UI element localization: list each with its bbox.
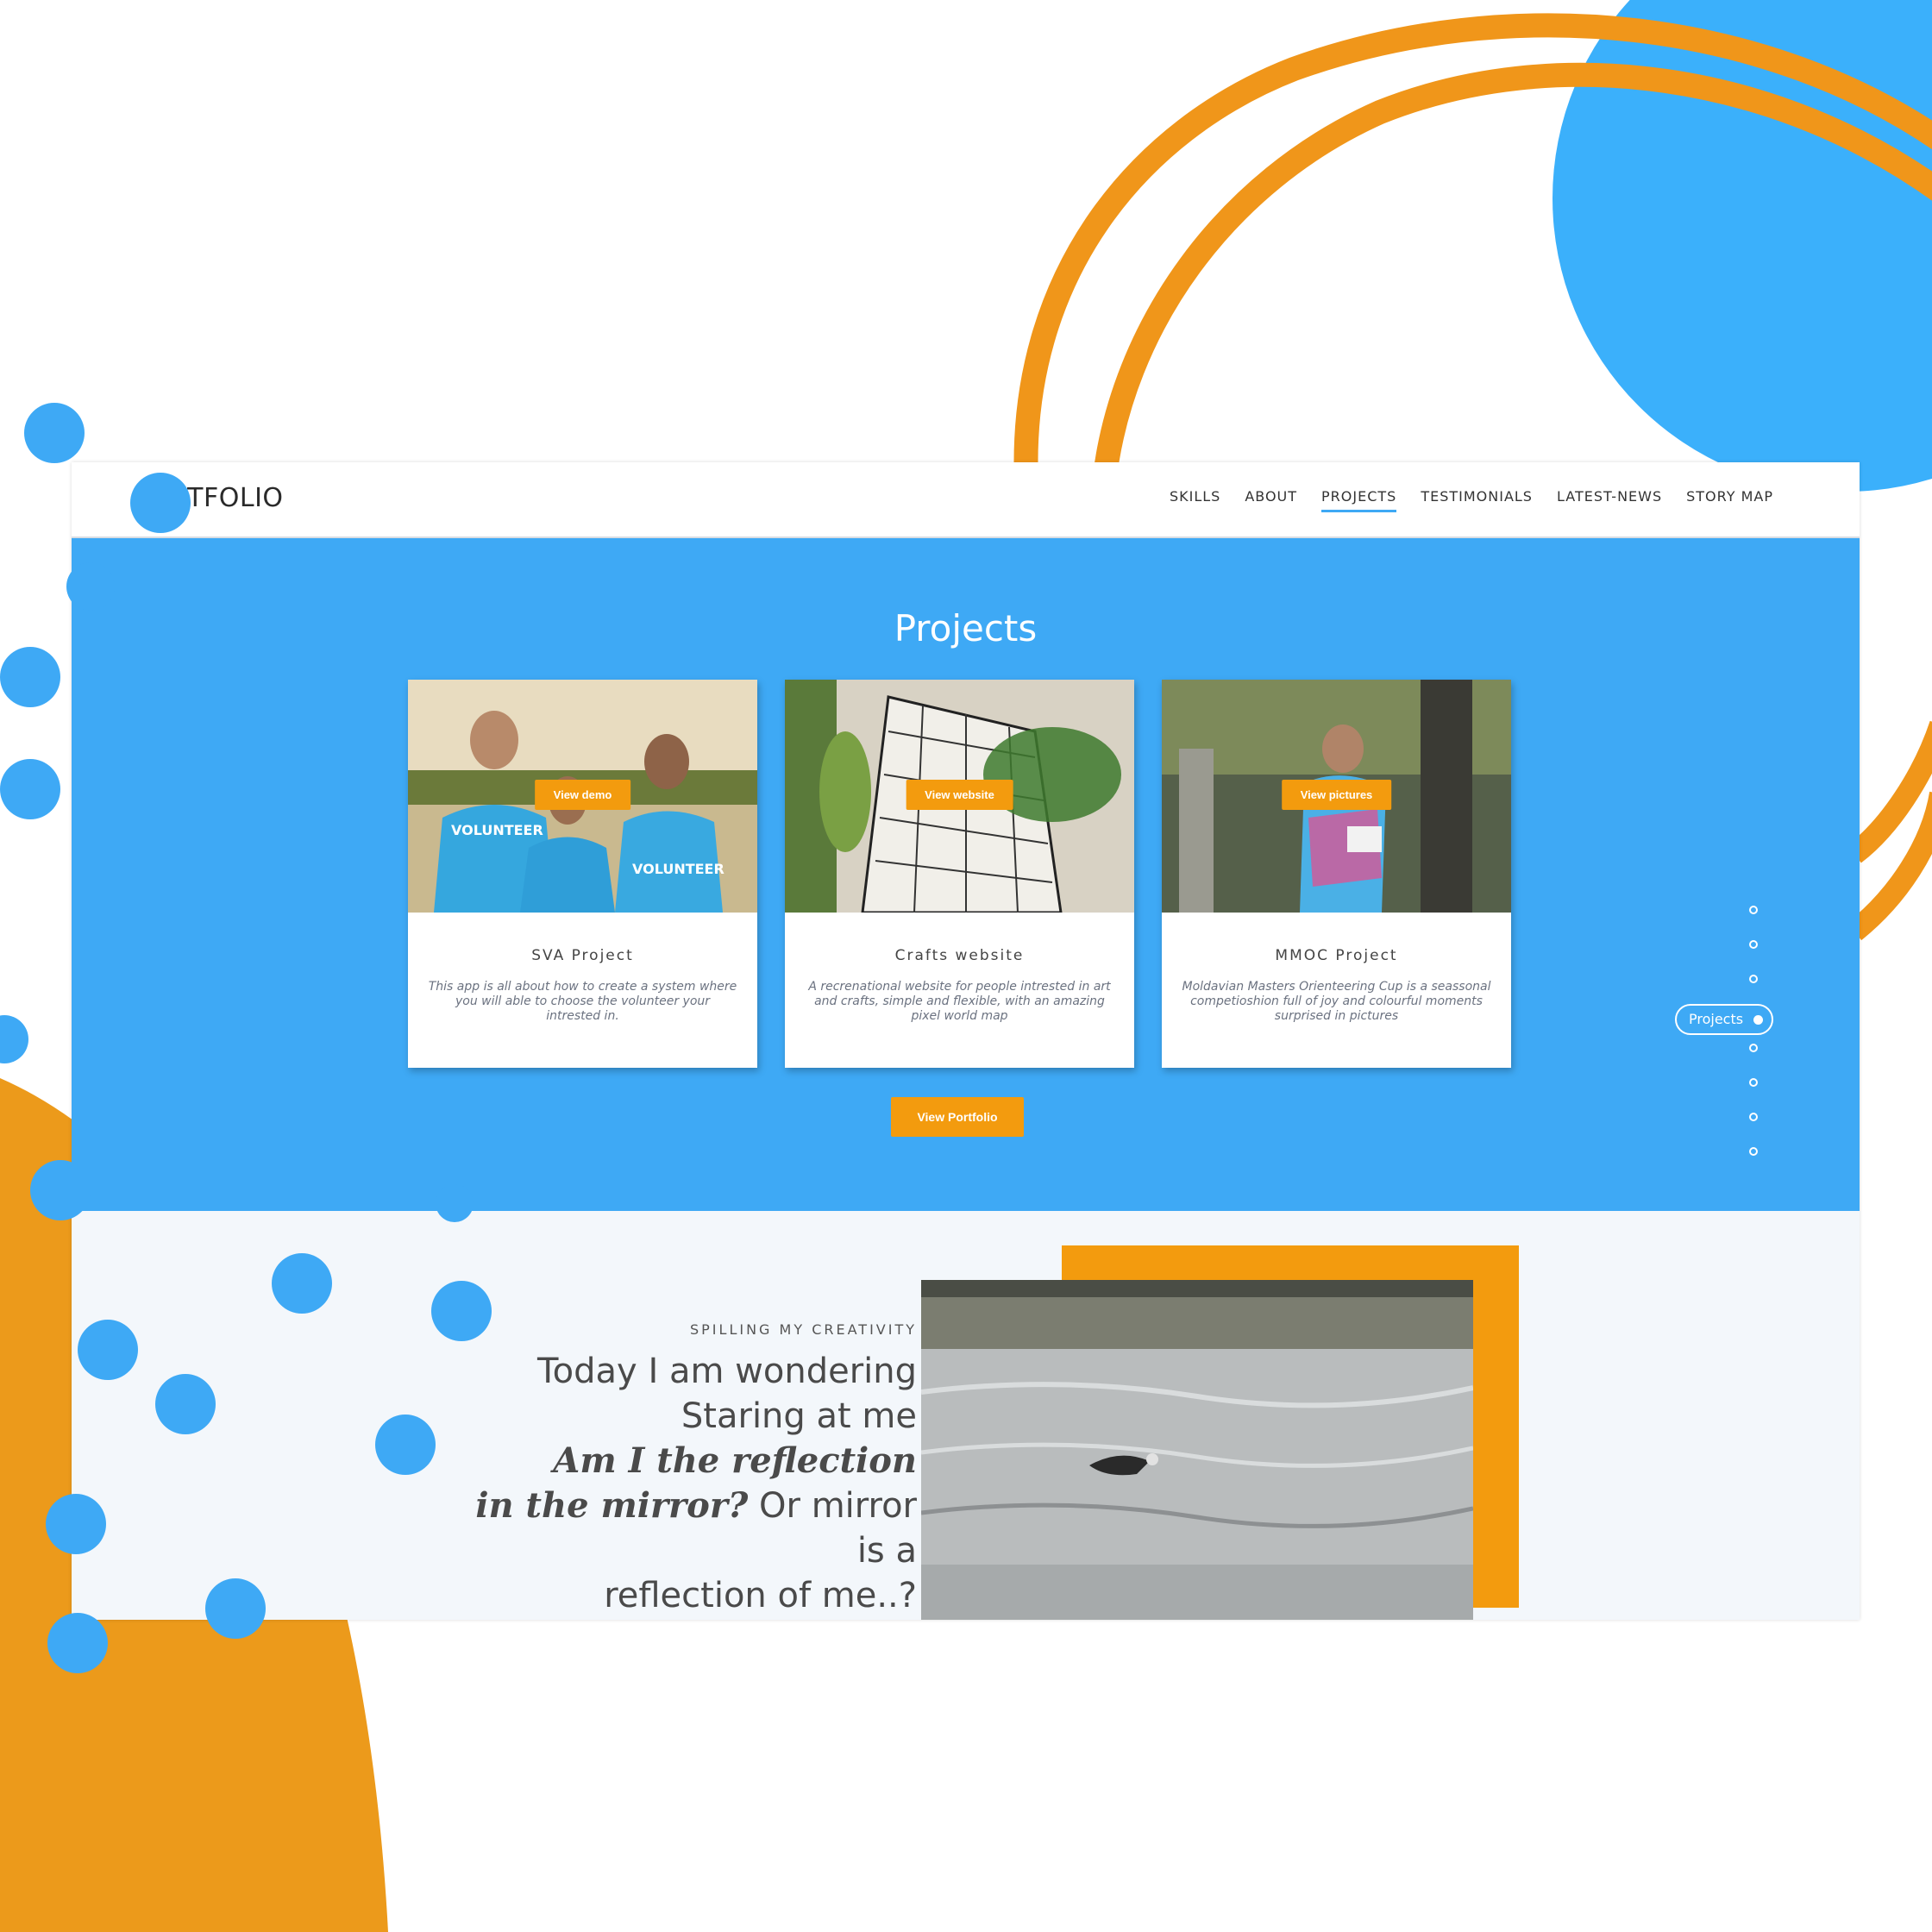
blue-dots-decoration [0,403,492,1673]
